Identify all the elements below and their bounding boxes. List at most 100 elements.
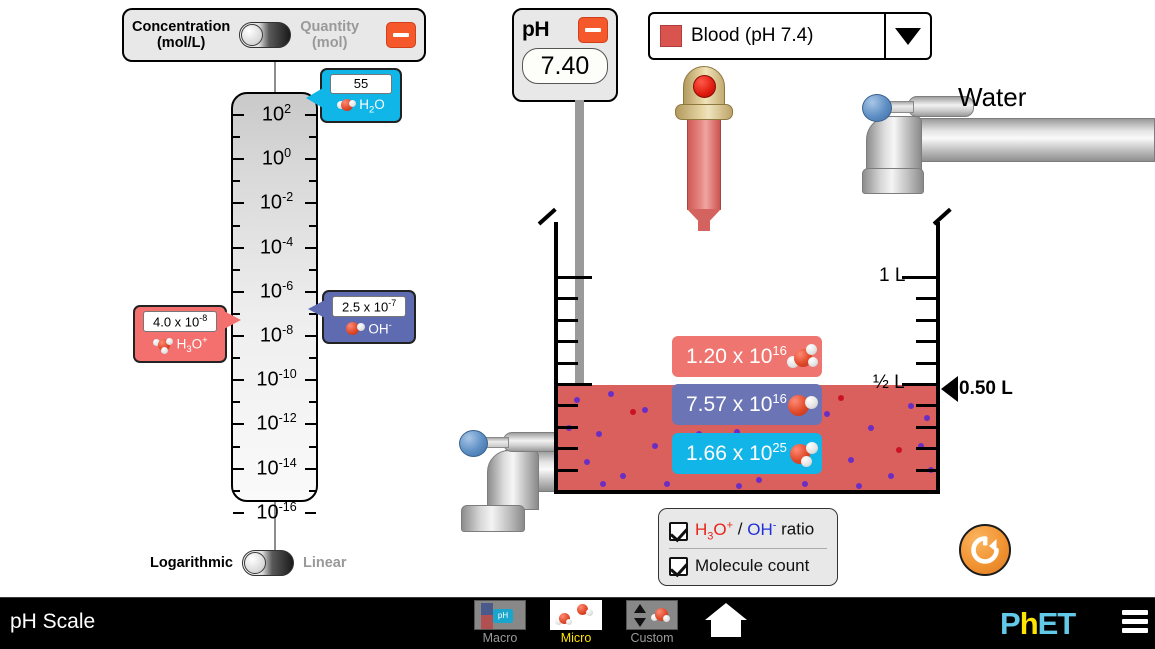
chevron-down-icon xyxy=(895,27,921,45)
oh-particle xyxy=(848,457,854,463)
log-linear-toggle[interactable] xyxy=(241,550,294,576)
h2o-molecule-icon xyxy=(787,441,818,467)
molecule-count-checkbox[interactable] xyxy=(669,556,688,576)
dropper-button-icon[interactable] xyxy=(693,75,716,98)
minus-icon[interactable] xyxy=(386,22,416,48)
graph-tick-minor xyxy=(309,224,316,227)
ph-minus-icon[interactable] xyxy=(578,17,608,43)
graph-tick-minor xyxy=(233,357,240,360)
h2o-concentration-callout[interactable]: 55 H2O xyxy=(306,68,402,123)
beaker-tick xyxy=(916,469,936,472)
oh-particle xyxy=(584,459,590,465)
dropper-tube xyxy=(687,118,721,210)
tab-micro-label: Micro xyxy=(560,631,592,645)
oh-concentration-callout[interactable]: 2.5 x 10-7 OH- xyxy=(308,290,417,344)
ratio-checkbox[interactable] xyxy=(669,521,688,541)
solution-dropper[interactable] xyxy=(672,66,736,231)
quantity-label-line2: (mol) xyxy=(311,35,348,51)
beaker-label-half-l: ½ L xyxy=(873,372,905,393)
h2o-molecule-icon xyxy=(337,99,357,113)
beaker-tick xyxy=(916,447,936,450)
graph-tick-label: 10-14 xyxy=(256,455,297,480)
oh-count-value: 7.57 x 1016 xyxy=(686,391,787,416)
graph-tick-minor xyxy=(309,445,316,448)
tab-macro-thumbnail: pH xyxy=(474,600,526,630)
beaker-tick xyxy=(902,383,936,386)
oh-particle xyxy=(908,403,914,409)
beaker-tick xyxy=(558,319,578,322)
water-faucet-pipe xyxy=(895,118,1155,162)
solution-dropdown-value[interactable]: Blood (pH 7.4) xyxy=(650,14,884,58)
graph-tick-label: 100 xyxy=(261,146,292,170)
solution-dropdown[interactable]: Blood (pH 7.4) xyxy=(648,12,932,60)
hamburger-menu-icon[interactable] xyxy=(1122,610,1148,637)
beaker-tick xyxy=(916,319,936,322)
h3o-molecule-icon xyxy=(152,338,173,355)
graph-tick-minor xyxy=(309,180,316,183)
drain-faucet-elbow xyxy=(487,450,539,510)
h3o-particle xyxy=(630,409,636,415)
volume-marker-label: 0.50 L xyxy=(959,378,1013,399)
water-faucet-knob[interactable] xyxy=(862,94,892,122)
quantity-label[interactable]: Quantity (mol) xyxy=(300,19,359,51)
linear-label[interactable]: Linear xyxy=(303,555,347,571)
reset-circular-arrow-icon xyxy=(971,536,999,564)
graph-tick-minor xyxy=(309,268,316,271)
phet-logo[interactable]: PhET xyxy=(1000,606,1077,642)
graph-tick-minor xyxy=(233,136,240,139)
ratio-checkbox-label: H3O+ / OH- ratio xyxy=(695,519,815,543)
concentration-quantity-panel: Concentration (mol/L) Quantity (mol) xyxy=(122,8,426,62)
logarithmic-label[interactable]: Logarithmic xyxy=(150,555,233,571)
checkbox-divider xyxy=(669,548,827,549)
oh-molecule-icon xyxy=(787,392,818,416)
drain-faucet-knob[interactable] xyxy=(459,430,488,457)
oh-particle xyxy=(868,425,874,431)
graph-tick-minor xyxy=(233,180,240,183)
oh-particle xyxy=(924,415,930,421)
concentration-label[interactable]: Concentration (mol/L) xyxy=(132,19,230,51)
home-button[interactable] xyxy=(703,600,749,645)
drain-faucet-base xyxy=(461,505,525,532)
beaker-tick xyxy=(916,362,936,365)
oh-callout-tail xyxy=(308,300,325,318)
ph-meter-panel: pH 7.40 xyxy=(512,8,618,102)
beaker-tick xyxy=(558,447,578,450)
h2o-count-value: 1.66 x 1025 xyxy=(686,440,787,465)
tab-macro[interactable]: pH Macro xyxy=(472,600,528,645)
h3o-concentration-callout[interactable]: 4.0 x 10-8 H3O+ xyxy=(133,305,242,363)
h3o-particle xyxy=(896,447,902,453)
phet-logo-et: ET xyxy=(1037,606,1077,641)
ratio-checkbox-row[interactable]: H3O+ / OH- ratio xyxy=(669,515,827,547)
solution-color-swatch xyxy=(660,25,682,47)
oh-particle xyxy=(824,411,830,417)
solution-dropdown-arrow-button[interactable] xyxy=(884,14,930,58)
tab-micro[interactable]: Micro xyxy=(548,600,604,645)
view-controls-panel: H3O+ / OH- ratio Molecule count xyxy=(658,508,838,586)
log-linear-toggle-group: Logarithmic Linear xyxy=(150,550,347,576)
toggle-knob xyxy=(241,24,264,46)
graph-tick-minor xyxy=(233,489,240,492)
beaker-tick xyxy=(558,426,578,429)
beaker-tick xyxy=(558,383,592,386)
h3o-molecule-icon xyxy=(786,344,818,368)
beaker-tick xyxy=(916,297,936,300)
oh-molecule-icon xyxy=(346,321,366,336)
reset-all-button[interactable] xyxy=(959,524,1011,576)
beaker-tick xyxy=(558,297,578,300)
molecule-count-checkbox-label: Molecule count xyxy=(695,556,810,575)
h3o-callout-tail xyxy=(224,311,242,329)
beaker-wall-right xyxy=(936,222,940,494)
graph-tick-label: 10-10 xyxy=(256,367,297,391)
oh-particle xyxy=(652,443,658,449)
h2o-count-bar: 1.66 x 1025 xyxy=(672,433,822,474)
tab-custom[interactable]: Custom xyxy=(624,600,680,645)
home-icon xyxy=(705,603,747,637)
tab-micro-thumbnail xyxy=(550,600,602,630)
molecule-count-checkbox-row[interactable]: Molecule count xyxy=(669,550,827,582)
beaker-tick xyxy=(558,340,578,343)
oh-particle xyxy=(642,407,648,413)
concentration-log-graph[interactable]: 102 100 10-2 10-4 10-6 10-8 10-10 10-12 10-14 10-… xyxy=(231,92,318,522)
h3o-value: 4.0 x 10-8 xyxy=(143,311,218,333)
graph-tick-minor xyxy=(309,401,316,404)
concentration-quantity-toggle[interactable] xyxy=(239,22,292,48)
